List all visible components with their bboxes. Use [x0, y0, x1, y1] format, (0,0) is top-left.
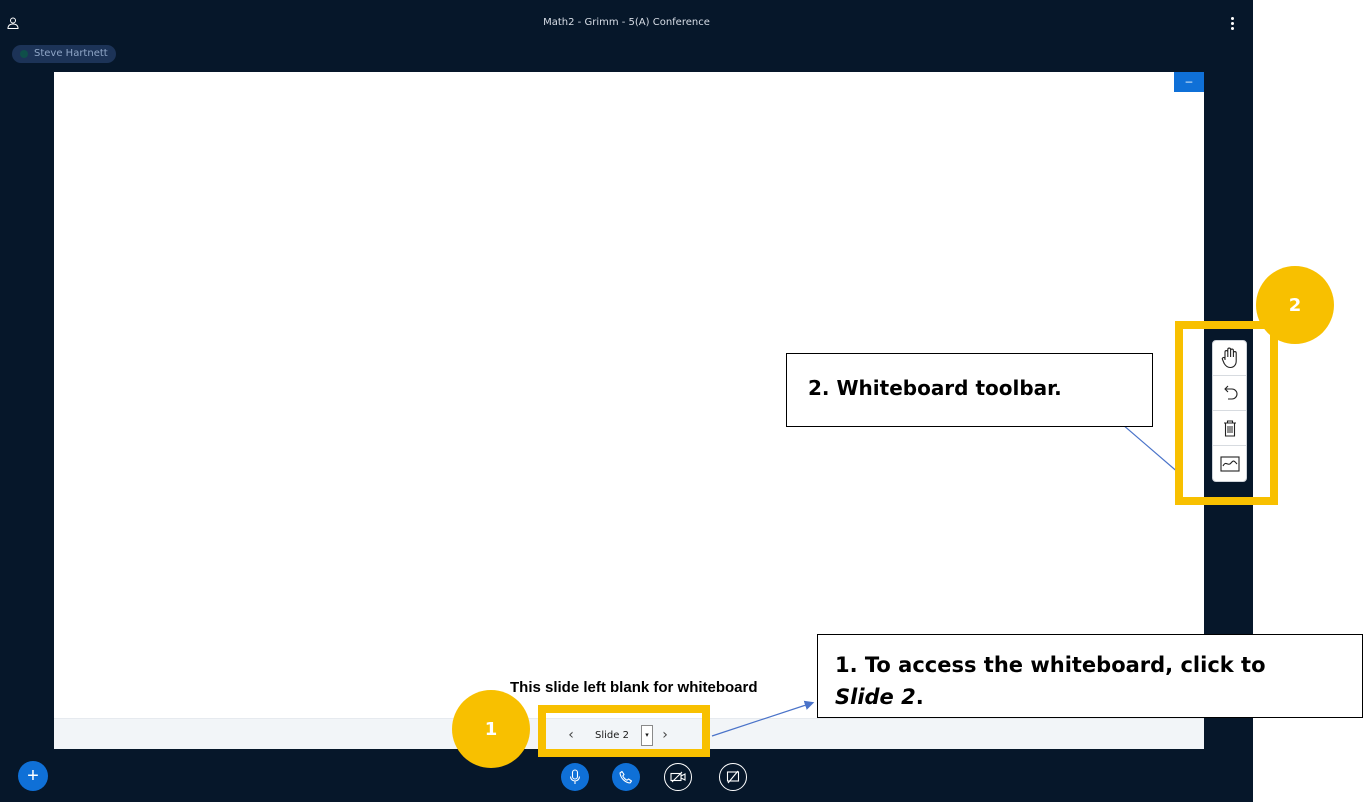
- phone-icon: [619, 770, 633, 784]
- screenshare-button[interactable]: [719, 763, 747, 791]
- callout-1-line-2: Slide 2.: [835, 681, 1362, 713]
- meeting-title: Math2 - Grimm - 5(A) Conference: [543, 17, 710, 28]
- callout-1-line-1: 1. To access the whiteboard, click to: [835, 653, 1266, 677]
- toolbar-highlight: [1175, 321, 1278, 505]
- step-badge-2: 2: [1256, 266, 1334, 344]
- callout-1-period: .: [915, 685, 924, 709]
- more-options-icon[interactable]: [1229, 17, 1235, 31]
- audio-phone-button[interactable]: [612, 763, 640, 791]
- callout-whiteboard-toolbar: 2. Whiteboard toolbar.: [786, 353, 1153, 427]
- slide-caption: This slide left blank for whiteboard: [510, 679, 758, 696]
- camera-button[interactable]: [664, 763, 692, 791]
- microphone-button[interactable]: [561, 763, 589, 791]
- microphone-icon: [569, 769, 581, 784]
- slide-nav-highlight: [538, 705, 710, 757]
- step-badge-1: 1: [452, 690, 530, 768]
- callout-access-whiteboard: 1. To access the whiteboard, click to Sl…: [817, 634, 1363, 718]
- participant-name: Steve Hartnett: [34, 48, 108, 59]
- screenshare-off-icon: [726, 770, 740, 784]
- callout-1-slide-ref: Slide 2: [835, 685, 916, 709]
- minimize-presentation-button[interactable]: –: [1174, 72, 1204, 92]
- camera-off-icon: [670, 771, 686, 783]
- actions-button[interactable]: +: [18, 761, 48, 791]
- status-dot: [20, 50, 28, 58]
- plus-icon: +: [27, 765, 39, 787]
- callout-2-text: 2. Whiteboard toolbar.: [808, 376, 1062, 400]
- participant-pill[interactable]: Steve Hartnett: [12, 45, 116, 63]
